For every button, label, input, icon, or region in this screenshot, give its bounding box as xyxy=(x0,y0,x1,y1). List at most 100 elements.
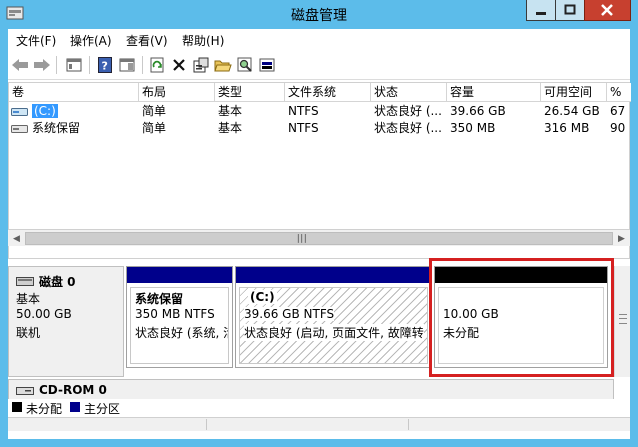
partition-title: 系统保留 xyxy=(135,292,184,306)
search-button[interactable] xyxy=(234,54,256,76)
partition-size: 39.66 GB NTFS xyxy=(244,307,335,321)
column-percent-free[interactable]: % xyxy=(607,83,631,102)
partition-status: 状态良好 (启动, 页面文件, 故障转 xyxy=(244,324,424,341)
menu-view[interactable]: 查看(V) xyxy=(126,32,168,49)
disk-graphical-view: 磁盘 0 基本 50.00 GB 联机 系统保留 350 MB NTFS 状态良… xyxy=(8,258,630,413)
primary-partition-swatch xyxy=(70,402,80,412)
disk-view-icon xyxy=(259,58,275,72)
volume-filesystem: NTFS xyxy=(288,104,319,118)
toolbar-separator xyxy=(56,56,57,74)
volume-status: 状态良好 (... xyxy=(374,121,442,135)
legend-primary-partition: 主分区 xyxy=(84,402,121,416)
volume-status: 状态良好 (... xyxy=(374,104,442,118)
open-button[interactable] xyxy=(212,54,234,76)
back-icon xyxy=(12,59,28,71)
volume-icon xyxy=(11,125,28,133)
disk-state: 联机 xyxy=(16,326,41,340)
column-capacity[interactable]: 容量 xyxy=(447,83,541,102)
column-volume[interactable]: 卷 xyxy=(9,83,139,102)
cdrom-0-label[interactable]: CD-ROM 0 xyxy=(8,379,614,401)
volume-layout: 简单 xyxy=(142,104,167,118)
status-bar xyxy=(8,417,630,431)
volume-row-system-reserved[interactable]: 系统保留 简单 基本 NTFS 状态良好 (... 350 MB 316 MB … xyxy=(9,120,631,137)
console-tree-icon xyxy=(66,58,82,72)
toolbar-separator xyxy=(142,56,143,74)
primary-partition-bar xyxy=(236,267,431,283)
menu-action[interactable]: 操作(A) xyxy=(70,32,112,49)
menu-help[interactable]: 帮助(H) xyxy=(182,32,224,49)
partition-c[interactable]: (C:) 39.66 GB NTFS 状态良好 (启动, 页面文件, 故障转 xyxy=(235,266,432,368)
scroll-right-icon[interactable]: ▶ xyxy=(613,230,630,247)
delete-icon xyxy=(173,59,185,71)
menu-bar: 文件(F) 操作(A) 查看(V) 帮助(H) xyxy=(8,29,630,50)
volume-percent-free: 67 xyxy=(610,104,626,118)
refresh-button[interactable] xyxy=(146,54,168,76)
scroll-left-icon[interactable]: ◀ xyxy=(8,230,25,247)
menu-file[interactable]: 文件(F) xyxy=(16,32,56,49)
volume-filesystem: NTFS xyxy=(288,121,319,135)
primary-partition-bar xyxy=(127,267,232,283)
horizontal-scrollbar[interactable]: ◀ ∣∣∣ ▶ xyxy=(8,229,630,246)
volume-type: 基本 xyxy=(218,121,243,135)
column-layout[interactable]: 布局 xyxy=(139,83,215,102)
volume-icon xyxy=(11,108,28,116)
column-status[interactable]: 状态 xyxy=(371,83,447,102)
volume-capacity: 39.66 GB xyxy=(450,104,506,118)
unallocated-swatch xyxy=(12,402,22,412)
properties-pane-icon xyxy=(119,58,135,72)
client-area: 文件(F) 操作(A) 查看(V) 帮助(H) ? 卷 布局 类型 文件系统 状… xyxy=(8,29,631,439)
delete-button[interactable] xyxy=(168,54,190,76)
properties-icon xyxy=(193,57,209,73)
refresh-icon xyxy=(150,57,164,73)
volume-row-c[interactable]: (C:) 简单 基本 NTFS 状态良好 (... 39.66 GB 26.54… xyxy=(9,103,631,120)
forward-button[interactable] xyxy=(31,54,53,76)
volume-percent-free: 90 xyxy=(610,121,626,135)
help-icon: ? xyxy=(98,57,112,73)
volume-type: 基本 xyxy=(218,104,243,118)
volume-free-space: 316 MB xyxy=(544,121,590,135)
back-button[interactable] xyxy=(9,54,31,76)
search-icon xyxy=(237,57,252,72)
console-tree-button[interactable] xyxy=(63,54,85,76)
volume-free-space: 26.54 GB xyxy=(544,104,600,118)
toolbar: ? xyxy=(8,50,630,80)
legend: 未分配 主分区 xyxy=(8,399,630,416)
partition-body: 系统保留 350 MB NTFS 状态良好 (系统, 活 xyxy=(130,287,229,364)
partition-title: (C:) xyxy=(248,290,277,304)
disk-name: 磁盘 0 xyxy=(39,275,76,289)
disk-size: 50.00 GB xyxy=(16,307,72,321)
vertical-scrollbar[interactable] xyxy=(614,266,630,377)
unallocated-highlight xyxy=(429,258,614,377)
volume-list-header: 卷 布局 类型 文件系统 状态 容量 可用空间 % xyxy=(9,83,631,102)
close-icon xyxy=(601,4,613,16)
close-button[interactable] xyxy=(584,0,631,21)
title-bar[interactable]: 磁盘管理 xyxy=(0,0,638,28)
help-button[interactable]: ? xyxy=(94,54,116,76)
volume-name: (C:) xyxy=(32,104,58,118)
partition-body: (C:) 39.66 GB NTFS 状态良好 (启动, 页面文件, 故障转 xyxy=(239,287,428,364)
partition-system-reserved[interactable]: 系统保留 350 MB NTFS 状态良好 (系统, 活 xyxy=(126,266,233,368)
column-free-space[interactable]: 可用空间 xyxy=(541,83,607,102)
disk-0-label[interactable]: 磁盘 0 基本 50.00 GB 联机 xyxy=(8,266,124,377)
column-type[interactable]: 类型 xyxy=(215,83,285,102)
minimize-button[interactable] xyxy=(526,0,556,21)
scrollbar-thumb[interactable]: ∣∣∣ xyxy=(25,232,613,245)
grip-icon xyxy=(619,314,627,324)
disk-icon xyxy=(16,277,34,286)
toolbar-separator xyxy=(89,56,90,74)
column-filesystem[interactable]: 文件系统 xyxy=(285,83,371,102)
disk-view-button[interactable] xyxy=(256,54,278,76)
maximize-icon xyxy=(564,4,576,15)
forward-icon xyxy=(34,59,50,71)
minimize-icon xyxy=(536,12,546,15)
grip-icon: ∣∣∣ xyxy=(296,234,307,244)
status-bar-divider xyxy=(206,419,207,430)
partition-status: 状态良好 (系统, 活 xyxy=(135,326,229,340)
status-bar-divider xyxy=(408,419,409,430)
properties-pane-button[interactable] xyxy=(116,54,138,76)
maximize-button[interactable] xyxy=(555,0,585,21)
disk-management-window: 磁盘管理 文件(F) 操作(A) 查看(V) 帮助(H) ? 卷 布局 类型 文… xyxy=(0,0,638,447)
cdrom-name: CD-ROM 0 xyxy=(39,383,107,397)
disk-type: 基本 xyxy=(16,292,41,306)
properties-button[interactable] xyxy=(190,54,212,76)
